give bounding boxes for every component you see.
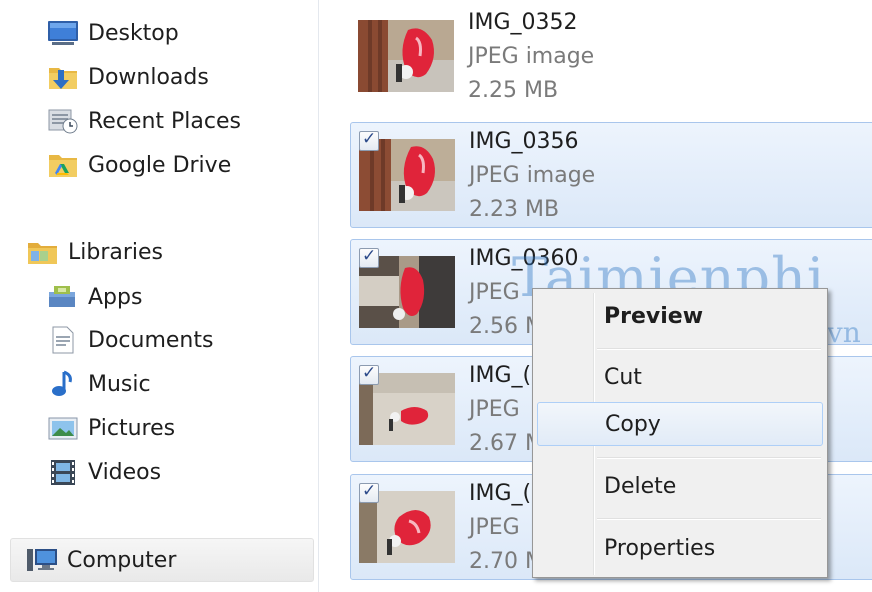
nav-item-google-drive[interactable]: Google Drive (46, 147, 231, 183)
nav-item-label: Apps (88, 284, 143, 310)
nav-item-pictures[interactable]: Pictures (46, 410, 175, 446)
nav-item-label: Libraries (68, 239, 164, 265)
menu-item-preview[interactable]: Preview (537, 295, 823, 339)
file-name: IMG_0352 (468, 10, 578, 35)
menu-item-label: Copy (605, 412, 661, 437)
menu-item-copy[interactable]: Copy (537, 402, 823, 446)
nav-item-label: Pictures (88, 415, 176, 441)
nav-item-downloads[interactable]: Downloads (46, 59, 209, 95)
menu-item-label: Cut (604, 365, 642, 390)
menu-item-label: Preview (604, 304, 704, 329)
nav-item-label: Desktop (88, 20, 179, 46)
pane-divider[interactable] (318, 0, 319, 592)
videos-icon (46, 457, 80, 487)
nav-item-label: Music (88, 371, 151, 397)
checkbox-checked[interactable] (359, 129, 379, 151)
context-menu: Preview Cut Copy Delete Properties (532, 288, 828, 578)
menu-item-properties[interactable]: Properties (537, 527, 823, 571)
google-drive-icon (46, 150, 80, 180)
nav-item-label: Recent Places (88, 108, 241, 134)
file-item[interactable]: IMG_0356 JPEG image 2.23 MB (350, 122, 872, 228)
recent-places-icon (46, 106, 80, 136)
checkbox-checked[interactable] (359, 363, 379, 385)
checkbox-checked[interactable] (359, 246, 379, 268)
nav-item-libraries[interactable]: Libraries (26, 234, 163, 270)
nav-item-videos[interactable]: Videos (46, 454, 161, 490)
computer-icon (25, 545, 59, 575)
nav-item-documents[interactable]: Documents (46, 322, 213, 358)
menu-item-label: Delete (604, 474, 677, 499)
menu-separator (597, 457, 821, 459)
libraries-icon (26, 237, 60, 267)
nav-item-apps[interactable]: Apps (46, 279, 142, 315)
documents-icon (46, 325, 80, 355)
file-type: JPEG image (468, 44, 595, 69)
nav-item-label: Google Drive (88, 152, 232, 178)
menu-separator (597, 518, 821, 520)
file-type: JPEG (469, 397, 520, 422)
image-thumbnail (358, 20, 454, 92)
apps-icon (46, 282, 80, 312)
file-name: IMG_0356 (469, 129, 579, 154)
nav-item-label: Downloads (88, 64, 209, 90)
nav-item-label: Videos (88, 459, 162, 485)
menu-item-cut[interactable]: Cut (537, 356, 823, 400)
menu-separator (597, 348, 821, 350)
nav-item-recent-places[interactable]: Recent Places (46, 103, 241, 139)
menu-item-label: Properties (604, 536, 716, 561)
file-type: JPEG image (469, 163, 596, 188)
nav-item-label: Computer (67, 547, 177, 573)
nav-item-music[interactable]: Music (46, 366, 151, 402)
file-size: 2.23 MB (469, 197, 560, 222)
downloads-icon (46, 62, 80, 92)
nav-item-label: Documents (88, 327, 214, 353)
file-item[interactable]: IMG_0352 JPEG image 2.25 MB (350, 4, 872, 110)
file-name: IMG_( (469, 363, 532, 388)
checkbox-checked[interactable] (359, 481, 379, 503)
navigation-pane: Desktop Downloads Recent Places Google D… (0, 0, 318, 592)
pictures-icon (46, 413, 80, 443)
file-size: 2.25 MB (468, 78, 559, 103)
file-type: JPEG (469, 515, 520, 540)
nav-item-computer[interactable]: Computer (10, 538, 314, 582)
music-icon (46, 369, 80, 399)
menu-item-delete[interactable]: Delete (537, 465, 823, 509)
nav-item-desktop[interactable]: Desktop (46, 15, 179, 51)
file-name: IMG_( (469, 481, 532, 506)
desktop-icon (46, 18, 80, 48)
